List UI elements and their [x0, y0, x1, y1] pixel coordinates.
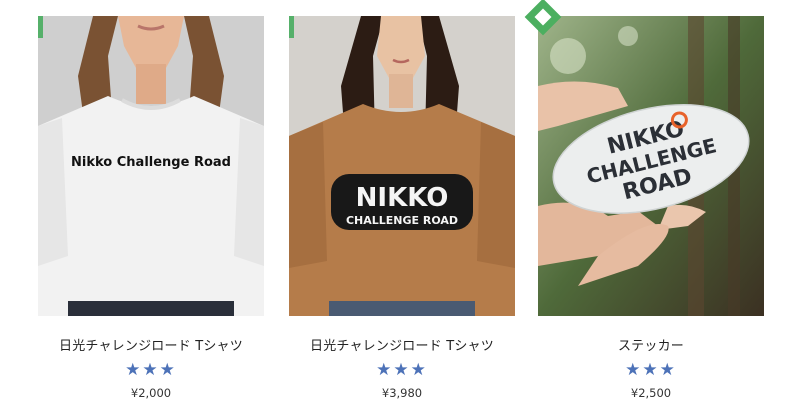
rating-stars-icon: ★★★: [125, 360, 177, 380]
product-image-3[interactable]: NIKKO CHALLENGE ROAD: [538, 16, 764, 316]
corner-tag: [38, 16, 43, 38]
product-image-1[interactable]: Nikko Challenge Road: [38, 16, 264, 316]
product-title[interactable]: 日光チャレンジロード Tシャツ: [38, 335, 264, 354]
product-title[interactable]: ステッカー: [538, 335, 764, 354]
shirt-print-title: NIKKO: [356, 183, 449, 213]
product-card-3[interactable]: NIKKO CHALLENGE ROAD ステッカー ★★★ ¥2,500: [538, 16, 764, 400]
product-card-2[interactable]: NIKKO CHALLENGE ROAD 日光チャレンジロード Tシャツ ★★★…: [289, 16, 515, 400]
product-image-2[interactable]: NIKKO CHALLENGE ROAD: [289, 16, 515, 316]
product-card-1[interactable]: Nikko Challenge Road 日光チャレンジロード Tシャツ ★★★…: [38, 16, 264, 400]
product-price: ¥3,980: [381, 386, 423, 400]
shirt-print-text: Nikko Challenge Road: [71, 155, 231, 170]
product-price: ¥2,500: [630, 386, 672, 400]
rating-stars-icon: ★★★: [625, 360, 677, 380]
corner-tag: [289, 16, 294, 38]
shirt-print-subtitle: CHALLENGE ROAD: [346, 214, 458, 227]
product-title[interactable]: 日光チャレンジロード Tシャツ: [289, 335, 515, 354]
rating-stars-icon: ★★★: [376, 360, 428, 380]
product-price: ¥2,000: [130, 386, 172, 400]
